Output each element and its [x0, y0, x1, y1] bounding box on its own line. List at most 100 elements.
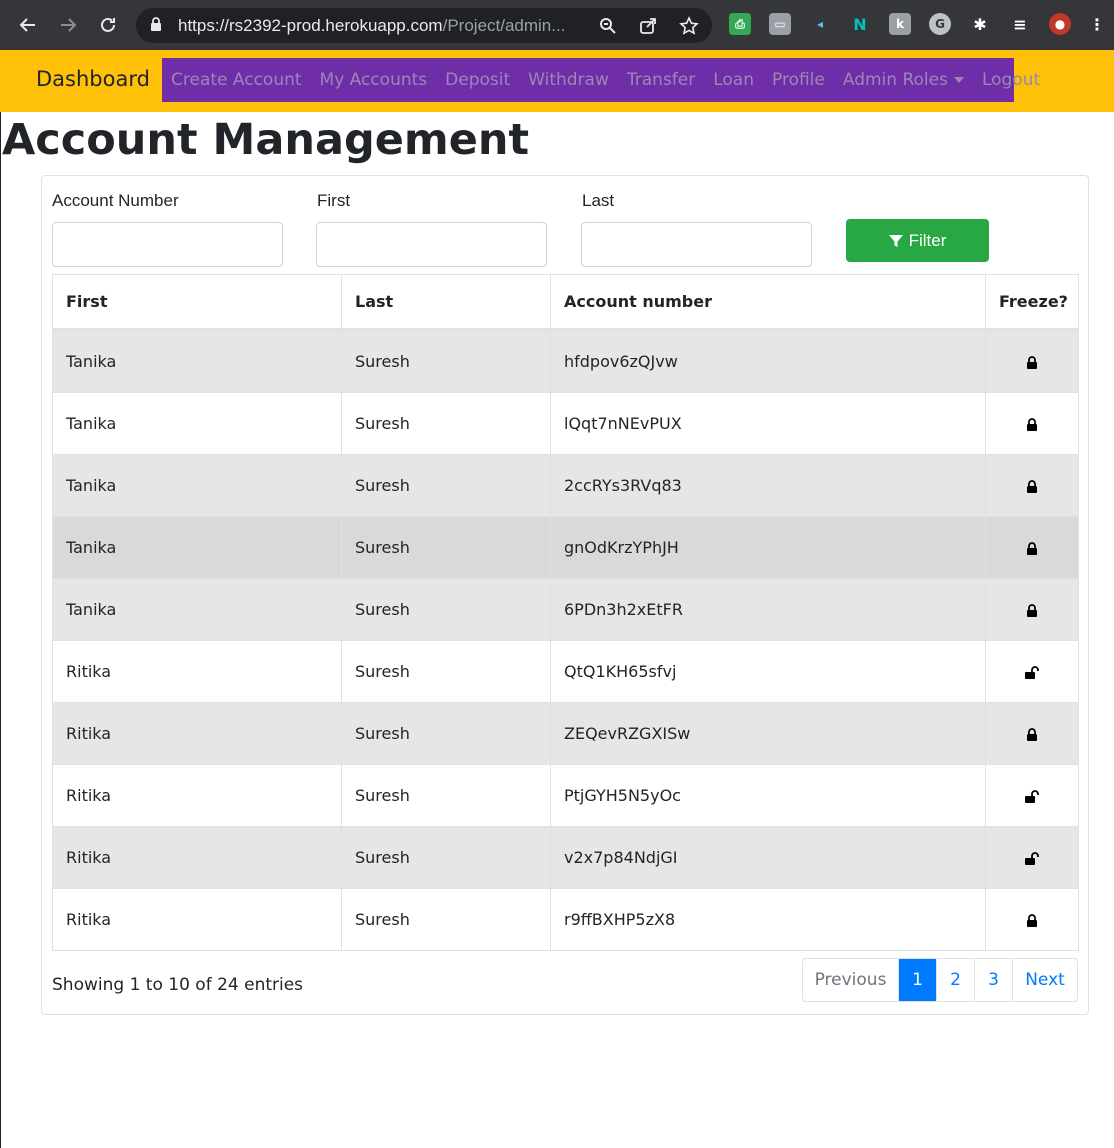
- unlock-icon[interactable]: [1024, 659, 1040, 684]
- cell-freeze: [985, 516, 1079, 579]
- table-row: Tanika Suresh 6PDn3h2xEtFR: [52, 578, 1079, 641]
- forward-arrow-icon[interactable]: [52, 9, 84, 41]
- page-2-button[interactable]: 2: [936, 959, 974, 1001]
- nav-profile[interactable]: Profile: [772, 70, 825, 90]
- first-name-input[interactable]: [316, 222, 547, 267]
- table-row: Ritika Suresh r9ffBXHP5zX8: [52, 888, 1079, 951]
- page-border: [0, 112, 1, 1148]
- cell-first-name: Ritika: [52, 640, 342, 703]
- header-last[interactable]: Last: [341, 274, 551, 331]
- vscode-extension-icon[interactable]: ◂: [809, 13, 831, 35]
- cell-first-name: Tanika: [52, 578, 342, 641]
- lock-icon[interactable]: [1026, 721, 1038, 746]
- nav-deposit[interactable]: Deposit: [445, 70, 510, 90]
- cell-last-name: Suresh: [341, 516, 551, 579]
- cell-account-number: QtQ1KH65sfvj: [550, 640, 986, 703]
- lock-icon[interactable]: [1026, 349, 1038, 374]
- unlock-icon[interactable]: [1024, 845, 1040, 870]
- table-row: Ritika Suresh PtjGYH5N5yOc: [52, 764, 1079, 827]
- account-number-input[interactable]: [52, 222, 283, 267]
- cell-account-number: lQqt7nNEvPUX: [550, 392, 986, 455]
- brand-link[interactable]: Dashboard: [36, 67, 150, 91]
- cell-last-name: Suresh: [341, 764, 551, 827]
- first-name-label: First: [317, 191, 351, 210]
- header-first[interactable]: First: [52, 274, 342, 331]
- page-1-button[interactable]: 1: [898, 959, 936, 1001]
- page-title: Account Management: [2, 115, 530, 165]
- previous-page-button[interactable]: Previous: [803, 959, 898, 1001]
- nav-loan[interactable]: Loan: [713, 70, 754, 90]
- page-3-button[interactable]: 3: [974, 959, 1012, 1001]
- cell-last-name: Suresh: [341, 888, 551, 951]
- n-extension-icon[interactable]: N: [849, 13, 871, 35]
- cell-last-name: Suresh: [341, 826, 551, 889]
- cell-first-name: Tanika: [52, 516, 342, 579]
- media-extension-icon[interactable]: ▭: [769, 13, 791, 35]
- cell-first-name: Tanika: [52, 454, 342, 517]
- next-page-button[interactable]: Next: [1012, 959, 1077, 1001]
- pagination: Previous 1 2 3 Next: [802, 958, 1078, 1002]
- header-freeze[interactable]: Freeze?: [985, 274, 1079, 331]
- filter-button[interactable]: Filter: [846, 219, 989, 262]
- table-row: Tanika Suresh 2ccRYs3RVq83: [52, 454, 1079, 517]
- cell-last-name: Suresh: [341, 392, 551, 455]
- cell-account-number: ZEQevRZGXISw: [550, 702, 986, 765]
- cell-first-name: Tanika: [52, 392, 342, 455]
- cell-first-name: Tanika: [52, 329, 342, 393]
- lock-icon[interactable]: [1026, 907, 1038, 932]
- cell-first-name: Ritika: [52, 888, 342, 951]
- k-extension-icon[interactable]: k: [889, 13, 911, 35]
- unlock-icon[interactable]: [1024, 783, 1040, 808]
- media-queue-icon[interactable]: ≡: [1009, 13, 1031, 35]
- star-icon[interactable]: [677, 14, 701, 38]
- cell-account-number: PtjGYH5N5yOc: [550, 764, 986, 827]
- cell-last-name: Suresh: [341, 702, 551, 765]
- entries-info: Showing 1 to 10 of 24 entries: [52, 975, 304, 995]
- lock-icon[interactable]: [150, 17, 162, 36]
- header-account-number[interactable]: Account number: [550, 274, 986, 331]
- lock-icon[interactable]: [1026, 473, 1038, 498]
- nav-transfer[interactable]: Transfer: [627, 70, 695, 90]
- address-bar[interactable]: https://rs2392-prod.herokuapp.com/Projec…: [136, 8, 712, 43]
- cell-freeze: [985, 578, 1079, 641]
- cell-last-name: Suresh: [341, 329, 551, 393]
- lock-icon[interactable]: [1026, 411, 1038, 436]
- nav-create-account[interactable]: Create Account: [171, 70, 302, 90]
- avatar[interactable]: ●: [1049, 13, 1071, 35]
- nav-logout[interactable]: Logout: [982, 70, 1040, 90]
- printer-extension-icon[interactable]: ⎙: [729, 13, 751, 35]
- nav-my-accounts[interactable]: My Accounts: [320, 70, 428, 90]
- url-text[interactable]: https://rs2392-prod.herokuapp.com/Projec…: [178, 16, 565, 36]
- cell-freeze: [985, 764, 1079, 827]
- accounts-table: First Last Account number Freeze? Tanika…: [52, 274, 1079, 951]
- menu-kebab-icon[interactable]: ⋮: [1086, 13, 1108, 35]
- back-arrow-icon[interactable]: [12, 9, 44, 41]
- zoom-icon[interactable]: [596, 14, 620, 38]
- share-icon[interactable]: [636, 14, 660, 38]
- browser-toolbar: https://rs2392-prod.herokuapp.com/Projec…: [0, 0, 1114, 50]
- cell-account-number: r9ffBXHP5zX8: [550, 888, 986, 951]
- reload-icon[interactable]: [92, 9, 124, 41]
- cell-freeze: [985, 454, 1079, 517]
- nav-admin-roles-label: Admin Roles: [842, 70, 948, 90]
- cell-account-number: gnOdKrzYPhJH: [550, 516, 986, 579]
- puzzle-extensions-icon[interactable]: ✱: [969, 13, 991, 35]
- cell-last-name: Suresh: [341, 578, 551, 641]
- nav-withdraw[interactable]: Withdraw: [528, 70, 609, 90]
- app-navbar: Dashboard Create Account My Accounts Dep…: [0, 50, 1114, 112]
- table-row: Tanika Suresh gnOdKrzYPhJH: [52, 516, 1079, 579]
- cell-account-number: v2x7p84NdjGI: [550, 826, 986, 889]
- nav-admin-roles-dropdown[interactable]: Admin Roles: [843, 70, 964, 90]
- last-name-input[interactable]: [581, 222, 812, 267]
- table-header-row: First Last Account number Freeze?: [52, 274, 1079, 331]
- grammarly-extension-icon[interactable]: G: [929, 13, 951, 35]
- lock-icon[interactable]: [1026, 535, 1038, 560]
- cell-first-name: Ritika: [52, 702, 342, 765]
- cell-last-name: Suresh: [341, 640, 551, 703]
- chevron-down-icon: [953, 77, 964, 83]
- account-number-label: Account Number: [52, 191, 179, 210]
- last-name-label: Last: [582, 191, 615, 210]
- cell-freeze: [985, 640, 1079, 703]
- lock-icon[interactable]: [1026, 597, 1038, 622]
- cell-first-name: Ritika: [52, 764, 342, 827]
